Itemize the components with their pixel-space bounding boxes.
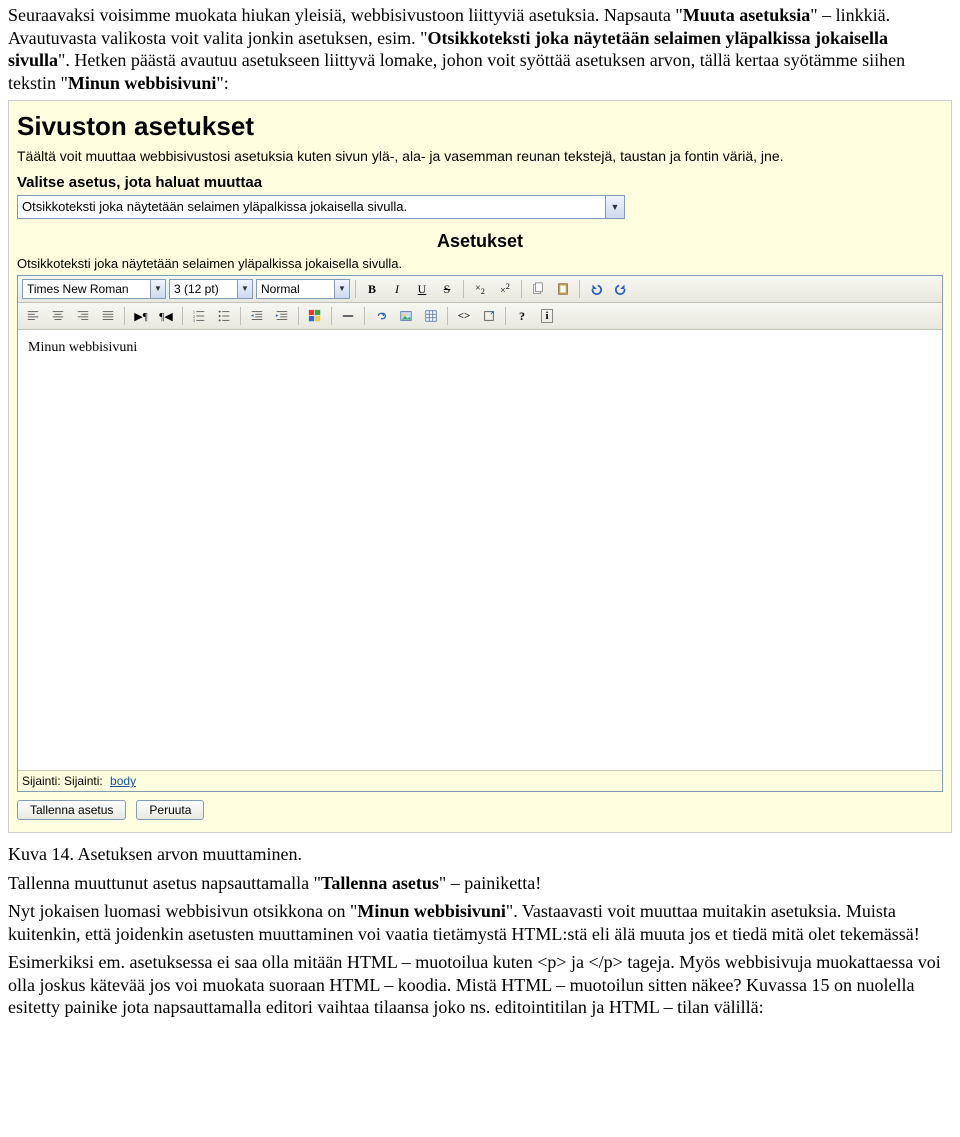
element-path-bar: Sijainti: Sijainti: body	[18, 770, 942, 791]
text-color-icon	[308, 309, 322, 323]
html-note-paragraph: Esimerkiksi em. asetuksessa ei saa olla …	[8, 951, 952, 1019]
hr-button[interactable]	[337, 305, 359, 327]
copy-icon	[531, 282, 545, 296]
info-button[interactable]: i	[536, 305, 558, 327]
settings-title: Sivuston asetukset	[17, 111, 943, 142]
choose-setting-label: Valitse asetus, jota haluat muuttaa	[17, 174, 943, 191]
intro-paragraph: Seuraavaksi voisimme muokata hiukan ylei…	[8, 4, 952, 94]
indent-icon	[275, 309, 289, 323]
html-source-button[interactable]: <>	[453, 305, 475, 327]
paste-button[interactable]	[552, 278, 574, 300]
asetukset-heading: Asetukset	[17, 231, 943, 252]
svg-text:3: 3	[193, 318, 196, 323]
cancel-button[interactable]: Peruuta	[136, 800, 204, 820]
settings-subtitle: Täältä voit muuttaa webbisivustosi asetu…	[17, 148, 943, 164]
font-family-select[interactable]: Times New Roman▼	[22, 279, 166, 299]
image-icon	[399, 309, 413, 323]
unordered-list-button[interactable]	[213, 305, 235, 327]
ordered-list-button[interactable]: 123	[188, 305, 210, 327]
unordered-list-icon	[217, 309, 231, 323]
ltr-button[interactable]: ▶¶	[130, 305, 152, 327]
subscript-button[interactable]: ×2	[469, 278, 491, 300]
fullscreen-button[interactable]	[478, 305, 500, 327]
path-body-link[interactable]: body	[110, 774, 136, 788]
help-button[interactable]: ?	[511, 305, 533, 327]
outdent-button[interactable]	[246, 305, 268, 327]
redo-button[interactable]	[610, 278, 632, 300]
editor-content-area[interactable]: Minun webbisivuni	[18, 330, 942, 770]
paste-icon	[556, 282, 570, 296]
fullscreen-icon	[482, 309, 496, 323]
align-justify-icon	[101, 309, 115, 323]
chevron-down-icon: ▼	[237, 280, 252, 298]
save-setting-button[interactable]: Tallenna asetus	[17, 800, 126, 820]
indent-button[interactable]	[271, 305, 293, 327]
editor-toolbar-1: Times New Roman▼ 3 (12 pt)▼ Normal▼ B I …	[18, 276, 942, 303]
align-left-button[interactable]	[22, 305, 44, 327]
save-instruction: Tallenna muuttunut asetus napsauttamalla…	[8, 872, 952, 895]
link-button[interactable]	[370, 305, 392, 327]
table-button[interactable]	[420, 305, 442, 327]
chevron-down-icon: ▼	[150, 280, 165, 298]
align-justify-button[interactable]	[97, 305, 119, 327]
bold-button[interactable]: B	[361, 278, 383, 300]
font-style-select[interactable]: Normal▼	[256, 279, 350, 299]
text-color-button[interactable]	[304, 305, 326, 327]
hr-icon	[341, 309, 355, 323]
align-left-icon	[26, 309, 40, 323]
rtl-button[interactable]: ¶◀	[155, 305, 177, 327]
copy-button[interactable]	[527, 278, 549, 300]
table-icon	[424, 309, 438, 323]
redo-icon	[614, 282, 628, 296]
font-size-select[interactable]: 3 (12 pt)▼	[169, 279, 253, 299]
field-label: Otsikkoteksti joka näytetään selaimen yl…	[17, 256, 943, 271]
chevron-down-icon: ▼	[334, 280, 349, 298]
undo-button[interactable]	[585, 278, 607, 300]
ordered-list-icon: 123	[192, 309, 206, 323]
align-center-button[interactable]	[47, 305, 69, 327]
image-button[interactable]	[395, 305, 417, 327]
setting-select[interactable]: Otsikkoteksti joka näytetään selaimen yl…	[17, 195, 625, 219]
strikethrough-button[interactable]: S	[436, 278, 458, 300]
align-right-icon	[76, 309, 90, 323]
outdent-icon	[250, 309, 264, 323]
underline-button[interactable]: U	[411, 278, 433, 300]
italic-button[interactable]: I	[386, 278, 408, 300]
settings-screenshot: Sivuston asetukset Täältä voit muuttaa w…	[8, 100, 952, 833]
form-buttons: Tallenna asetus Peruuta	[17, 800, 943, 820]
undo-icon	[589, 282, 603, 296]
result-paragraph: Nyt jokaisen luomasi webbisivun otsikkon…	[8, 900, 952, 945]
figure-caption: Kuva 14. Asetuksen arvon muuttaminen.	[8, 843, 952, 866]
link-icon	[374, 309, 388, 323]
align-center-icon	[51, 309, 65, 323]
rich-text-editor: Times New Roman▼ 3 (12 pt)▼ Normal▼ B I …	[17, 275, 943, 792]
align-right-button[interactable]	[72, 305, 94, 327]
editor-toolbar-2: ▶¶ ¶◀ 123 <> ? i	[18, 303, 942, 330]
chevron-down-icon: ▼	[605, 196, 624, 218]
superscript-button[interactable]: ×2	[494, 278, 516, 300]
